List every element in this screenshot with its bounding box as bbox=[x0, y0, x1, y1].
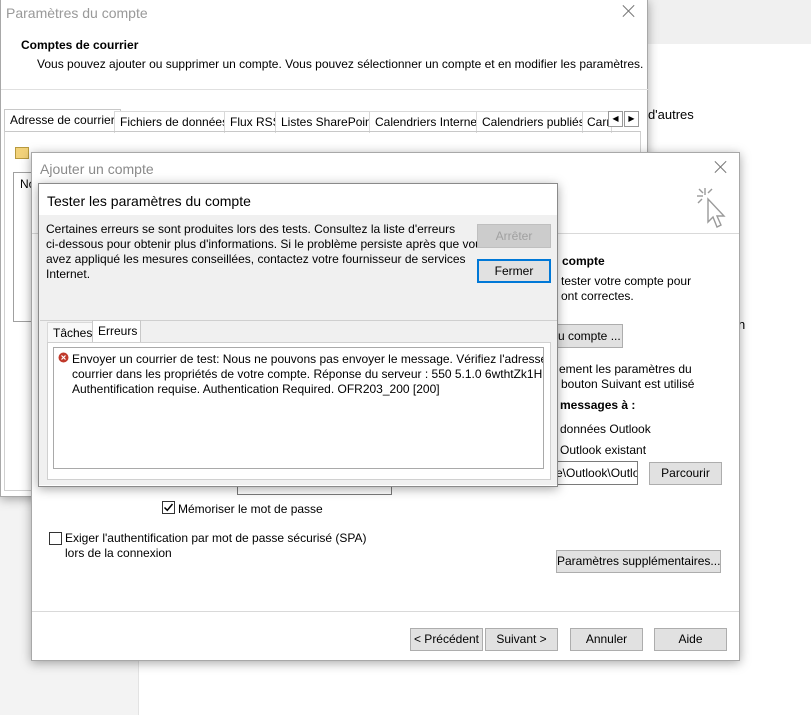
option-new-data-file[interactable]: données Outlook bbox=[560, 422, 651, 437]
background-text-1: r d'autres bbox=[640, 107, 694, 122]
more-settings-button[interactable]: Paramètres supplémentaires... bbox=[556, 550, 721, 573]
test-description-1: tester votre compte pour bbox=[561, 274, 692, 288]
error-icon bbox=[58, 352, 69, 363]
spa-label-1: Exiger l'authentification par mot de pas… bbox=[65, 531, 367, 545]
tab-internet-calendars[interactable]: Calendriers Internet bbox=[369, 111, 487, 133]
dialog-title: Tester les paramètres du compte bbox=[47, 193, 251, 209]
test-section-title: compte bbox=[562, 254, 605, 268]
next-button[interactable]: Suivant > bbox=[485, 628, 558, 651]
auto-test-description-2: bouton Suivant est utilisé bbox=[561, 377, 695, 391]
data-file-path-value: e\Outlook\Outlo bbox=[556, 466, 638, 480]
checkmark-icon bbox=[163, 503, 174, 512]
stop-button[interactable]: Arrêter bbox=[477, 224, 551, 248]
browse-button[interactable]: Parcourir bbox=[649, 462, 722, 485]
window-title: Paramètres du compte bbox=[6, 5, 148, 21]
tab-email[interactable]: Adresse de courrier bbox=[4, 109, 121, 132]
auto-test-description-1: ement les paramètres du bbox=[559, 362, 692, 376]
dialog-message-line-1: Certaines erreurs se sont produites lors… bbox=[46, 222, 456, 236]
footer-divider bbox=[32, 611, 739, 612]
deliver-heading: messages à : bbox=[560, 398, 636, 412]
test-settings-dialog: Tester les paramètres du compte Certaine… bbox=[38, 183, 558, 487]
header-divider bbox=[1, 89, 648, 90]
error-line-2: courrier dans les propriétés de votre co… bbox=[72, 367, 544, 381]
remember-password-label: Mémoriser le mot de passe bbox=[178, 502, 323, 516]
window-title: Ajouter un compte bbox=[40, 161, 154, 177]
error-line-3: Authentification requise. Authentication… bbox=[72, 382, 440, 396]
test-description-2: ont correctes. bbox=[561, 289, 634, 303]
help-button[interactable]: Aide bbox=[654, 628, 727, 651]
sparkle-cursor-icon bbox=[697, 188, 726, 228]
background-window bbox=[648, 0, 811, 44]
tab-strip: Adresse de courrier Fichiers de données … bbox=[4, 109, 644, 133]
errors-tab-label: Erreurs bbox=[98, 324, 138, 338]
close-icon[interactable] bbox=[622, 4, 636, 18]
tab-scroll-right[interactable]: ▶ bbox=[624, 111, 639, 127]
tasks-tab-label: Tâches bbox=[53, 326, 93, 340]
option-existing-data-file[interactable]: Outlook existant bbox=[560, 443, 646, 458]
close-icon[interactable] bbox=[714, 160, 728, 174]
dialog-message-line-2: ci-dessous pour obtenir plus d'informati… bbox=[46, 237, 488, 251]
back-button[interactable]: < Précédent bbox=[410, 628, 483, 651]
tab-published-calendars[interactable]: Calendriers publiés bbox=[476, 111, 591, 133]
section-description: Vous pouvez ajouter ou supprimer un comp… bbox=[37, 57, 644, 71]
cancel-button[interactable]: Annuler bbox=[570, 628, 643, 651]
spa-checkbox[interactable] bbox=[49, 532, 62, 545]
tab-scroll-left[interactable]: ◀ bbox=[608, 111, 623, 127]
errors-list[interactable]: Envoyer un courrier de test: Nous ne pou… bbox=[53, 347, 544, 469]
error-line-1: Envoyer un courrier de test: Nous ne pou… bbox=[72, 352, 544, 366]
dialog-message-line-4: Internet. bbox=[46, 267, 91, 281]
section-heading: Comptes de courrier bbox=[21, 38, 139, 52]
tab-data-files[interactable]: Fichiers de données bbox=[114, 111, 235, 133]
data-file-path-input[interactable]: e\Outlook\Outlo bbox=[545, 461, 638, 485]
tasks-tab[interactable]: Tâches bbox=[47, 322, 93, 342]
tab-sharepoint[interactable]: Listes SharePoint bbox=[275, 111, 382, 133]
dialog-message-line-3: avez appliqué les mesures conseillées, c… bbox=[46, 252, 466, 266]
errors-tab[interactable]: Erreurs bbox=[92, 320, 141, 343]
close-button[interactable]: Fermer bbox=[477, 259, 551, 283]
remember-password-checkbox[interactable] bbox=[162, 501, 175, 514]
spa-label-2: lors de la connexion bbox=[65, 546, 172, 560]
new-account-icon[interactable] bbox=[15, 147, 29, 159]
